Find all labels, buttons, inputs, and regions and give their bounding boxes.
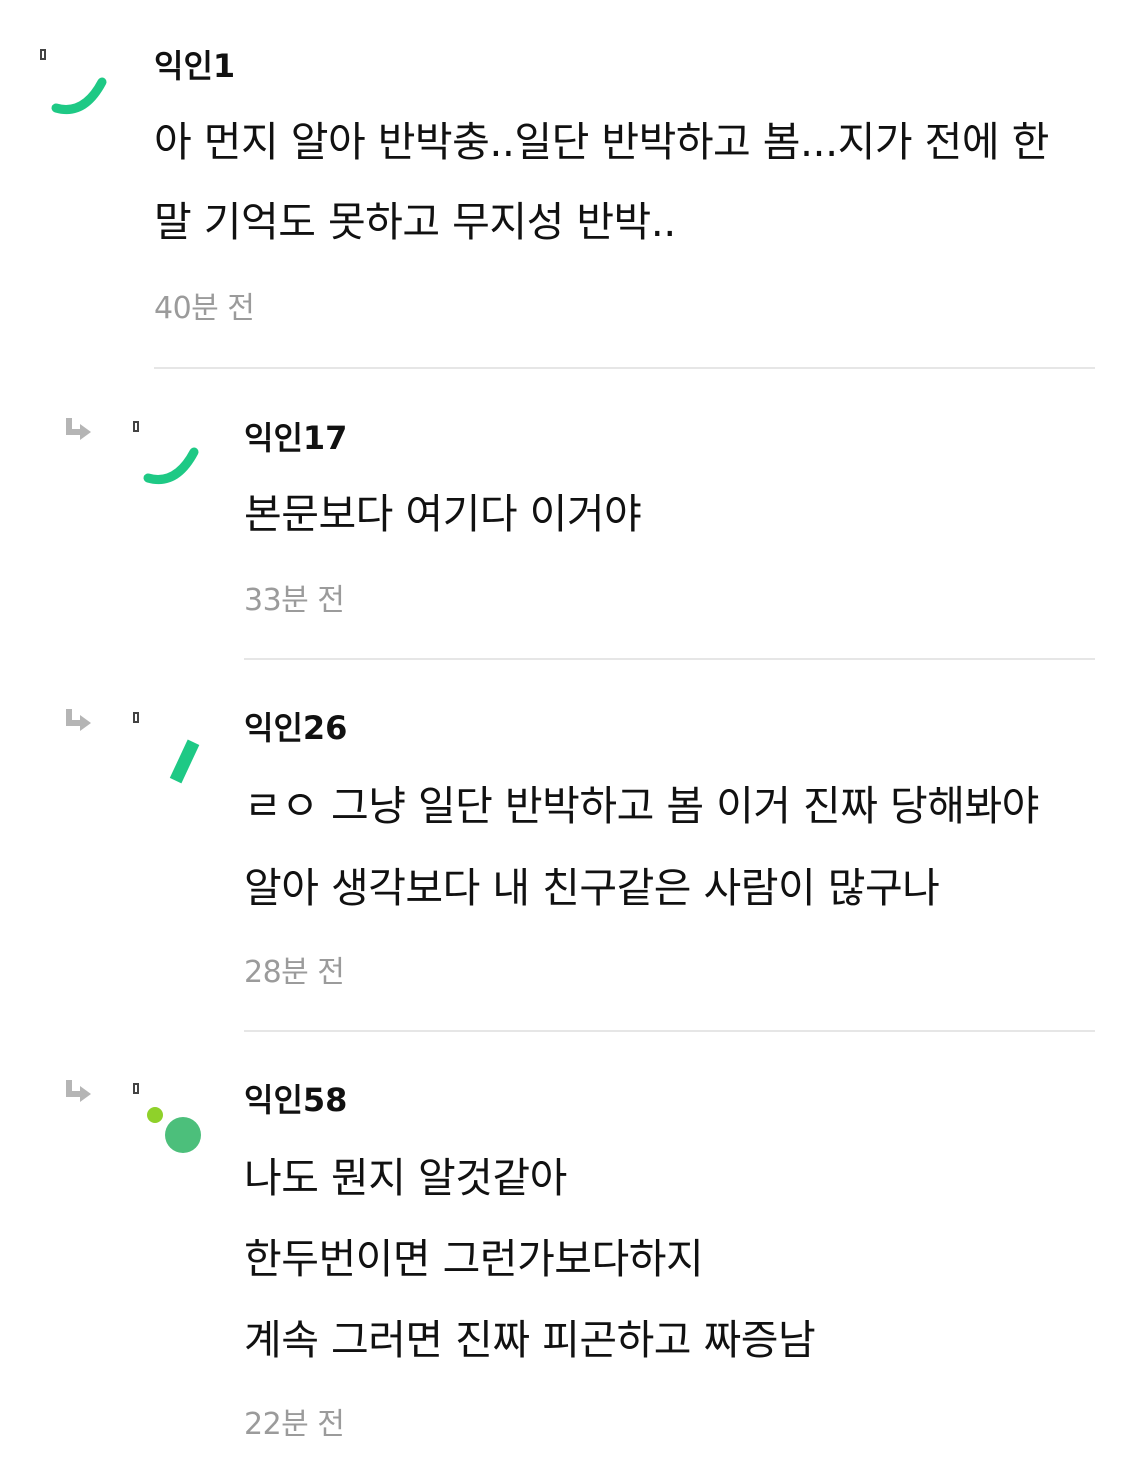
status-marker-icon xyxy=(133,421,139,432)
green-slash-avatar-icon[interactable] xyxy=(150,732,214,796)
green-arc-avatar-icon[interactable] xyxy=(142,430,206,494)
comment-text-line: 본문보다 여기다 이거야 xyxy=(244,490,642,538)
status-marker-icon xyxy=(133,712,139,723)
comment-divider xyxy=(154,367,1095,369)
green-dots-avatar-icon[interactable] xyxy=(140,1100,204,1164)
comment-text-line: 한두번이면 그런가보다하지 xyxy=(244,1235,704,1283)
comment-author[interactable]: 익인17 xyxy=(244,422,347,454)
reply-comment-item: 익인58 나도 뭔지 알것같아 한두번이면 그런가보다하지 계속 그러면 진짜 … xyxy=(0,1032,1125,1467)
comment-timestamp: 22분 전 xyxy=(244,1407,345,1442)
comment-item: 익인1 아 먼지 알아 반박충..일단 반박하고 봄...지가 전에 한 말 기… xyxy=(0,0,1125,370)
comment-text-line: 아 먼지 알아 반박충..일단 반박하고 봄...지가 전에 한 xyxy=(154,118,1049,166)
comment-timestamp: 40분 전 xyxy=(154,291,255,326)
status-marker-icon xyxy=(133,1083,139,1094)
comment-timestamp: 28분 전 xyxy=(244,955,345,990)
comment-text-line: 나도 뭔지 알것같아 xyxy=(244,1154,567,1202)
comment-author[interactable]: 익인1 xyxy=(154,50,235,82)
reply-arrow-icon xyxy=(66,709,91,731)
comment-author[interactable]: 익인58 xyxy=(244,1084,347,1116)
comment-timestamp: 33분 전 xyxy=(244,583,345,618)
comment-text-line: 말 기억도 못하고 무지성 반박.. xyxy=(154,198,676,246)
reply-arrow-icon xyxy=(66,1080,91,1102)
comment-author[interactable]: 익인26 xyxy=(244,712,347,744)
comment-divider xyxy=(244,658,1095,660)
comment-text-line: 알아 생각보다 내 친구같은 사람이 많구나 xyxy=(244,864,940,912)
comment-text-line: ㄹㅇ 그냥 일단 반박하고 봄 이거 진짜 당해봐야 xyxy=(244,782,1039,830)
reply-comment-item: 익인17 본문보다 여기다 이거야 33분 전 xyxy=(0,370,1125,662)
reply-arrow-icon xyxy=(66,418,91,440)
green-arc-avatar-icon[interactable] xyxy=(50,60,114,124)
comment-text-line: 계속 그러면 진짜 피곤하고 짜증남 xyxy=(244,1316,816,1364)
reply-comment-item: 익인26 ㄹㅇ 그냥 일단 반박하고 봄 이거 진짜 당해봐야 알아 생각보다 … xyxy=(0,662,1125,1032)
status-marker-icon xyxy=(40,49,46,60)
